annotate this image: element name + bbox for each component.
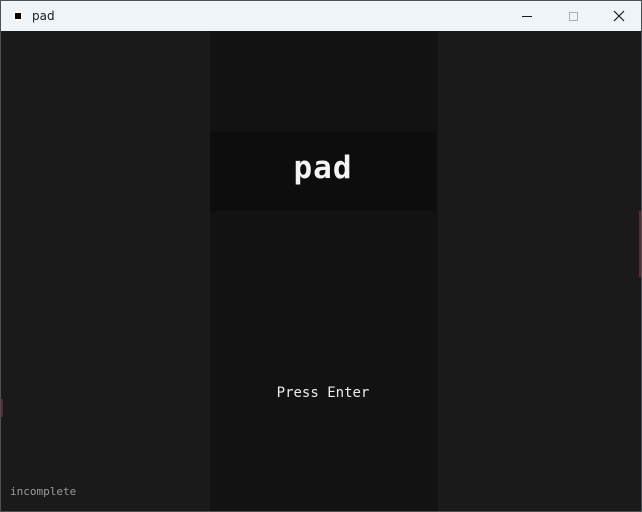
right-edge-mark <box>639 211 641 277</box>
press-enter-prompt: Press Enter <box>276 385 370 401</box>
minimize-icon <box>522 15 532 17</box>
window-title: pad <box>32 9 55 23</box>
center-column <box>210 31 438 511</box>
app-icon-glyph <box>15 13 21 19</box>
maximize-button[interactable] <box>550 1 596 31</box>
minimize-button[interactable] <box>504 1 550 31</box>
close-button[interactable] <box>596 1 642 31</box>
game-title: pad <box>293 150 353 186</box>
app-window: pad pad Press Enter incomplete <box>0 0 642 512</box>
game-canvas[interactable]: pad Press Enter incomplete <box>1 31 641 511</box>
close-icon <box>613 10 625 22</box>
maximize-icon <box>568 11 578 21</box>
title-bar[interactable]: pad <box>1 1 641 31</box>
left-edge-mark <box>1 399 3 417</box>
status-label: incomplete <box>10 485 77 498</box>
app-icon <box>13 11 23 21</box>
